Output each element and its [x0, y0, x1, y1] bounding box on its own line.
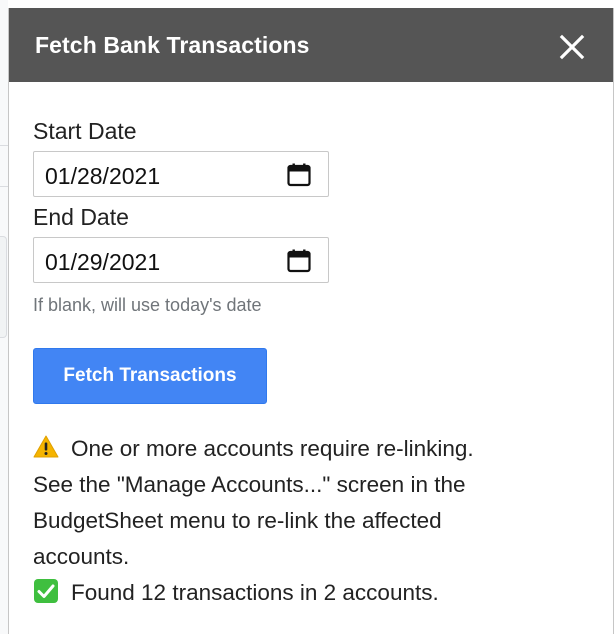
start-date-label: Start Date: [33, 118, 137, 144]
fetch-transactions-button[interactable]: Fetch Transactions: [33, 348, 267, 404]
spreadsheet-gridline: [0, 145, 8, 146]
spreadsheet-gridline: [0, 186, 8, 187]
warning-line-1: One or more accounts require re-linking.: [71, 436, 474, 461]
end-date-label: End Date: [33, 204, 129, 230]
close-icon: [559, 34, 585, 60]
calendar-icon[interactable]: [287, 249, 311, 273]
success-message: Found 12 transactions in 2 accounts.: [33, 575, 573, 611]
dialog-titlebar: Fetch Bank Transactions: [9, 8, 613, 82]
end-date-value: 01/29/2021: [45, 249, 161, 275]
calendar-icon[interactable]: [287, 163, 311, 187]
status-messages: One or more accounts require re-linking.…: [33, 431, 573, 611]
check-mark-icon: [34, 579, 58, 603]
warning-line-4: accounts.: [33, 544, 130, 569]
date-hint: If blank, will use today's date: [33, 295, 262, 315]
success-text: Found 12 transactions in 2 accounts.: [71, 580, 439, 605]
close-button[interactable]: [557, 32, 587, 62]
warning-message: One or more accounts require re-linking.: [33, 431, 573, 467]
end-date-input[interactable]: 01/29/2021: [33, 237, 329, 283]
start-date-input[interactable]: 01/28/2021: [33, 151, 329, 197]
warning-line-3: BudgetSheet menu to re-link the affected: [33, 508, 442, 533]
warning-line-2: See the "Manage Accounts..." screen in t…: [33, 472, 466, 497]
start-date-value: 01/28/2021: [45, 163, 161, 189]
warning-icon: [33, 435, 59, 458]
spreadsheet-edge-box: [0, 236, 7, 338]
dialog-title: Fetch Bank Transactions: [35, 32, 310, 58]
fetch-transactions-dialog: Fetch Bank Transactions Start Date 01/28…: [8, 8, 614, 634]
